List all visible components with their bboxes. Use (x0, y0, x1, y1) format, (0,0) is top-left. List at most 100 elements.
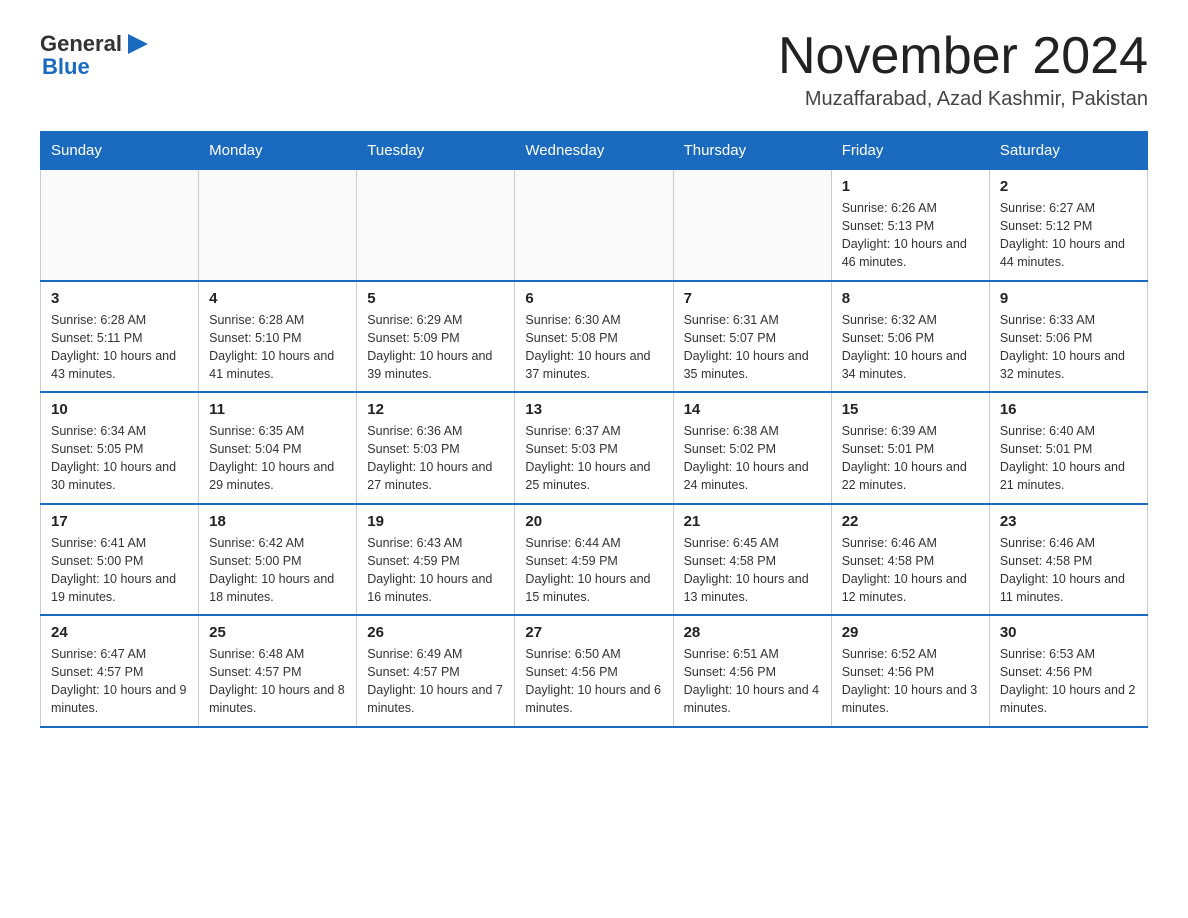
day-info: Sunrise: 6:28 AM Sunset: 5:10 PM Dayligh… (209, 311, 346, 384)
day-info: Sunrise: 6:40 AM Sunset: 5:01 PM Dayligh… (1000, 422, 1137, 495)
calendar-cell: 18 Sunrise: 6:42 AM Sunset: 5:00 PM Dayli… (199, 504, 357, 616)
calendar-cell: 21 Sunrise: 6:45 AM Sunset: 4:58 PM Dayli… (673, 504, 831, 616)
day-info: Sunrise: 6:41 AM Sunset: 5:00 PM Dayligh… (51, 534, 188, 607)
day-number: 24 (51, 624, 188, 641)
calendar-cell: 26Sunrise: 6:49 AM Sunset: 4:57 PM Dayli… (357, 615, 515, 727)
calendar-table: SundayMondayTuesdayWednesdayThursdayFrid… (40, 131, 1148, 728)
calendar-week-row: 10 Sunrise: 6:34 AM Sunset: 5:05 PM Dayli… (41, 392, 1148, 504)
day-number: 26 (367, 624, 504, 641)
day-number: 29 (842, 624, 979, 641)
day-number: 22 (842, 513, 979, 530)
day-info: Sunrise: 6:38 AM Sunset: 5:02 PM Dayligh… (684, 422, 821, 495)
logo: General Blue (40, 30, 152, 80)
day-number: 10 (51, 401, 188, 418)
day-info: Sunrise: 6:39 AM Sunset: 5:01 PM Dayligh… (842, 422, 979, 495)
day-info: Sunrise: 6:43 AM Sunset: 4:59 PM Dayligh… (367, 534, 504, 607)
calendar-cell: 28Sunrise: 6:51 AM Sunset: 4:56 PM Dayli… (673, 615, 831, 727)
day-info: Sunrise: 6:36 AM Sunset: 5:03 PM Dayligh… (367, 422, 504, 495)
day-number: 27 (525, 624, 662, 641)
calendar-cell: 6 Sunrise: 6:30 AM Sunset: 5:08 PM Daylig… (515, 281, 673, 393)
day-info: Sunrise: 6:46 AM Sunset: 4:58 PM Dayligh… (1000, 534, 1137, 607)
day-info: Sunrise: 6:42 AM Sunset: 5:00 PM Dayligh… (209, 534, 346, 607)
calendar-cell: 15 Sunrise: 6:39 AM Sunset: 5:01 PM Dayli… (831, 392, 989, 504)
logo-triangle-icon (124, 30, 152, 58)
calendar-cell: 19 Sunrise: 6:43 AM Sunset: 4:59 PM Dayli… (357, 504, 515, 616)
day-number: 9 (1000, 290, 1137, 307)
day-info: Sunrise: 6:28 AM Sunset: 5:11 PM Dayligh… (51, 311, 188, 384)
day-info: Sunrise: 6:44 AM Sunset: 4:59 PM Dayligh… (525, 534, 662, 607)
calendar-week-row: 24 Sunrise: 6:47 AM Sunset: 4:57 PM Dayli… (41, 615, 1148, 727)
day-number: 15 (842, 401, 979, 418)
calendar-cell (515, 170, 673, 281)
day-info: Sunrise: 6:52 AM Sunset: 4:56 PM Dayligh… (842, 645, 979, 718)
calendar-cell: 14 Sunrise: 6:38 AM Sunset: 5:02 PM Dayli… (673, 392, 831, 504)
day-info: Sunrise: 6:48 AM Sunset: 4:57 PM Dayligh… (209, 645, 346, 718)
day-number: 18 (209, 513, 346, 530)
day-number: 17 (51, 513, 188, 530)
logo-blue: Blue (42, 54, 90, 80)
calendar-cell: 3Sunrise: 6:28 AM Sunset: 5:11 PM Daylig… (41, 281, 199, 393)
calendar-cell: 8 Sunrise: 6:32 AM Sunset: 5:06 PM Daylig… (831, 281, 989, 393)
day-number: 16 (1000, 401, 1137, 418)
day-info: Sunrise: 6:37 AM Sunset: 5:03 PM Dayligh… (525, 422, 662, 495)
calendar-cell: 20Sunrise: 6:44 AM Sunset: 4:59 PM Dayli… (515, 504, 673, 616)
calendar-cell: 1Sunrise: 6:26 AM Sunset: 5:13 PM Daylig… (831, 170, 989, 281)
day-number: 14 (684, 401, 821, 418)
calendar-week-row: 3Sunrise: 6:28 AM Sunset: 5:11 PM Daylig… (41, 281, 1148, 393)
calendar-header: SundayMondayTuesdayWednesdayThursdayFrid… (41, 132, 1148, 170)
calendar-cell: 16 Sunrise: 6:40 AM Sunset: 5:01 PM Dayli… (989, 392, 1147, 504)
weekday-header-tuesday: Tuesday (357, 132, 515, 170)
calendar-cell: 29 Sunrise: 6:52 AM Sunset: 4:56 PM Dayli… (831, 615, 989, 727)
day-number: 13 (525, 401, 662, 418)
weekday-header-thursday: Thursday (673, 132, 831, 170)
calendar-week-row: 1Sunrise: 6:26 AM Sunset: 5:13 PM Daylig… (41, 170, 1148, 281)
day-number: 11 (209, 401, 346, 418)
day-number: 30 (1000, 624, 1137, 641)
day-info: Sunrise: 6:34 AM Sunset: 5:05 PM Dayligh… (51, 422, 188, 495)
day-info: Sunrise: 6:46 AM Sunset: 4:58 PM Dayligh… (842, 534, 979, 607)
day-info: Sunrise: 6:31 AM Sunset: 5:07 PM Dayligh… (684, 311, 821, 384)
day-info: Sunrise: 6:47 AM Sunset: 4:57 PM Dayligh… (51, 645, 188, 718)
title-block: November 2024 Muzaffarabad, Azad Kashmir… (778, 30, 1148, 111)
calendar-cell: 30Sunrise: 6:53 AM Sunset: 4:56 PM Dayli… (989, 615, 1147, 727)
calendar-cell: 24 Sunrise: 6:47 AM Sunset: 4:57 PM Dayli… (41, 615, 199, 727)
calendar-cell: 2Sunrise: 6:27 AM Sunset: 5:12 PM Daylig… (989, 170, 1147, 281)
weekday-header-saturday: Saturday (989, 132, 1147, 170)
day-info: Sunrise: 6:30 AM Sunset: 5:08 PM Dayligh… (525, 311, 662, 384)
day-number: 1 (842, 178, 979, 195)
day-info: Sunrise: 6:27 AM Sunset: 5:12 PM Dayligh… (1000, 199, 1137, 272)
day-number: 12 (367, 401, 504, 418)
day-number: 4 (209, 290, 346, 307)
day-info: Sunrise: 6:33 AM Sunset: 5:06 PM Dayligh… (1000, 311, 1137, 384)
calendar-cell: 11 Sunrise: 6:35 AM Sunset: 5:04 PM Dayli… (199, 392, 357, 504)
day-number: 21 (684, 513, 821, 530)
day-number: 19 (367, 513, 504, 530)
day-info: Sunrise: 6:35 AM Sunset: 5:04 PM Dayligh… (209, 422, 346, 495)
calendar-cell (357, 170, 515, 281)
calendar-cell: 23 Sunrise: 6:46 AM Sunset: 4:58 PM Dayli… (989, 504, 1147, 616)
calendar-cell: 9 Sunrise: 6:33 AM Sunset: 5:06 PM Daylig… (989, 281, 1147, 393)
calendar-cell: 12 Sunrise: 6:36 AM Sunset: 5:03 PM Dayli… (357, 392, 515, 504)
calendar-body: 1Sunrise: 6:26 AM Sunset: 5:13 PM Daylig… (41, 170, 1148, 727)
calendar-cell: 17 Sunrise: 6:41 AM Sunset: 5:00 PM Dayli… (41, 504, 199, 616)
day-number: 23 (1000, 513, 1137, 530)
calendar-cell: 22 Sunrise: 6:46 AM Sunset: 4:58 PM Dayli… (831, 504, 989, 616)
calendar-cell: 4 Sunrise: 6:28 AM Sunset: 5:10 PM Daylig… (199, 281, 357, 393)
day-number: 7 (684, 290, 821, 307)
month-title: November 2024 (778, 30, 1148, 82)
day-number: 6 (525, 290, 662, 307)
page-header: General Blue November 2024 Muzaffarabad,… (40, 30, 1148, 111)
day-info: Sunrise: 6:45 AM Sunset: 4:58 PM Dayligh… (684, 534, 821, 607)
weekday-header-friday: Friday (831, 132, 989, 170)
day-info: Sunrise: 6:50 AM Sunset: 4:56 PM Dayligh… (525, 645, 662, 718)
day-number: 25 (209, 624, 346, 641)
day-info: Sunrise: 6:32 AM Sunset: 5:06 PM Dayligh… (842, 311, 979, 384)
calendar-week-row: 17 Sunrise: 6:41 AM Sunset: 5:00 PM Dayli… (41, 504, 1148, 616)
location-subtitle: Muzaffarabad, Azad Kashmir, Pakistan (778, 88, 1148, 111)
weekday-header-wednesday: Wednesday (515, 132, 673, 170)
day-number: 8 (842, 290, 979, 307)
day-info: Sunrise: 6:29 AM Sunset: 5:09 PM Dayligh… (367, 311, 504, 384)
calendar-cell (673, 170, 831, 281)
weekday-header-row: SundayMondayTuesdayWednesdayThursdayFrid… (41, 132, 1148, 170)
weekday-header-sunday: Sunday (41, 132, 199, 170)
